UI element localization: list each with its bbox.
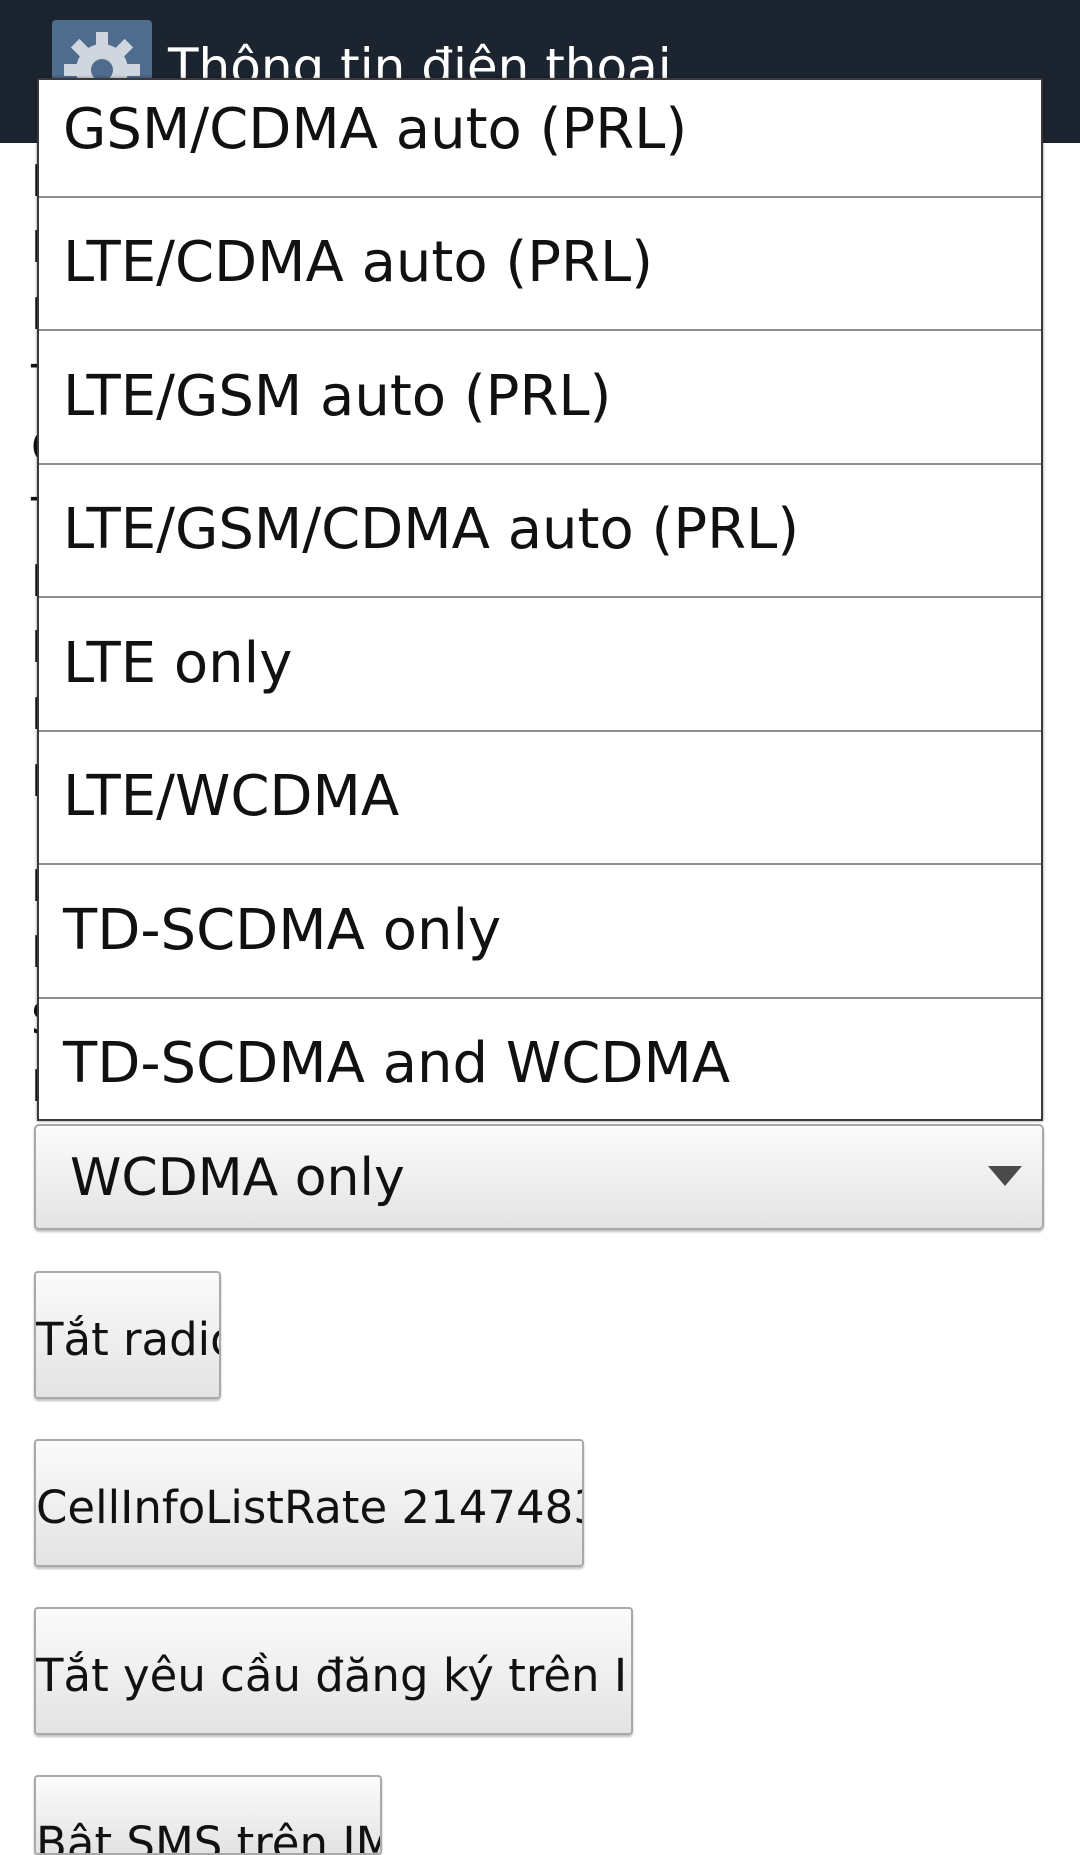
radio-off-button-label: Tắt radio [36, 1313, 221, 1366]
dropdown-option-label: LTE/CDMA auto (PRL) [63, 230, 653, 295]
dropdown-option[interactable]: LTE only [39, 599, 1041, 732]
spinner-selected-value: WCDMA only [70, 1148, 405, 1208]
dropdown-option-label: GSM/CDMA auto (PRL) [63, 97, 688, 162]
network-type-dropdown-list[interactable]: GSM/CDMA auto (PRL) LTE/CDMA auto (PRL) … [37, 78, 1043, 1121]
sms-over-ims-on-button[interactable]: Bật SMS trên IMS [34, 1775, 382, 1855]
ims-registration-off-button-label: Tắt yêu cầu đăng ký trên IMS [36, 1649, 633, 1702]
dropdown-option-label: LTE/WCDMA [63, 764, 400, 829]
dropdown-option-label: TD-SCDMA only [63, 898, 502, 963]
dropdown-option[interactable]: LTE/CDMA auto (PRL) [39, 198, 1041, 331]
dropdown-option[interactable]: LTE/GSM/CDMA auto (PRL) [39, 465, 1041, 598]
radio-off-button[interactable]: Tắt radio [34, 1271, 221, 1399]
sms-over-ims-on-button-label: Bật SMS trên IMS [36, 1817, 380, 1855]
dropdown-option-label: LTE/GSM auto (PRL) [63, 364, 612, 429]
cell-info-rate-button-label: CellInfoListRate 2147483647 [36, 1481, 582, 1534]
dropdown-option[interactable]: TD-SCDMA only [39, 866, 1041, 999]
dropdown-option[interactable]: TD-SCDMA and WCDMA [39, 999, 1041, 1119]
ims-registration-off-button[interactable]: Tắt yêu cầu đăng ký trên IMS [34, 1607, 633, 1735]
dropdown-option-label: LTE only [63, 631, 293, 696]
dropdown-option-label: LTE/GSM/CDMA auto (PRL) [63, 497, 800, 562]
dropdown-option-label: TD-SCDMA and WCDMA [63, 1031, 731, 1096]
dropdown-option[interactable]: LTE/WCDMA [39, 732, 1041, 865]
dropdown-option[interactable]: LTE/GSM auto (PRL) [39, 332, 1041, 465]
dropdown-arrow-icon [988, 1166, 1022, 1186]
cell-info-rate-button[interactable]: CellInfoListRate 2147483647 [34, 1439, 584, 1567]
dropdown-option[interactable]: GSM/CDMA auto (PRL) [39, 80, 1041, 198]
network-type-spinner[interactable]: WCDMA only [34, 1124, 1044, 1230]
